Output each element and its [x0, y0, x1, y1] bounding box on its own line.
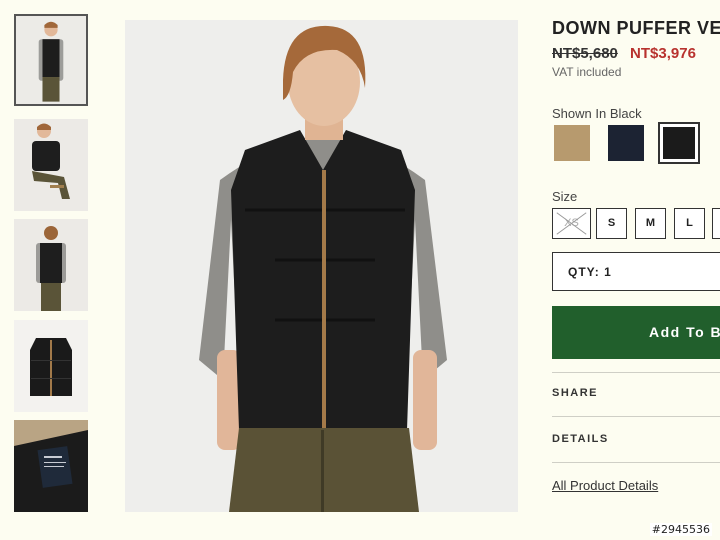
thumbnail-seated-image: [14, 119, 88, 211]
size-label: Size: [552, 189, 578, 204]
thumbnail-seated[interactable]: [14, 119, 88, 211]
add-to-bag-button[interactable]: Add To B: [552, 306, 720, 359]
thumbnail-back[interactable]: [14, 219, 88, 311]
divider: [552, 372, 720, 373]
divider: [552, 416, 720, 417]
product-main-image: [125, 20, 518, 512]
sale-price: NT$3,976: [630, 45, 696, 62]
vat-note: VAT included: [552, 65, 622, 79]
swatch-navy[interactable]: [608, 125, 644, 161]
size-next-button[interactable]: [712, 208, 720, 239]
all-product-details-link[interactable]: All Product Details: [552, 478, 658, 493]
thumbnail-front-image: [16, 16, 86, 104]
size-s-button[interactable]: S: [596, 208, 627, 239]
thumbnail-front[interactable]: [14, 14, 88, 106]
size-m-label: M: [645, 217, 656, 229]
size-s-label: S: [607, 217, 616, 229]
quantity-selector[interactable]: QTY: 1: [552, 252, 720, 291]
share-section[interactable]: SHARE: [552, 387, 598, 399]
original-price: NT$5,680: [552, 45, 618, 62]
product-title: DOWN PUFFER VEST: [552, 18, 720, 38]
thumbnail-flat-lay-image: [14, 320, 88, 412]
color-label: Shown In Black: [552, 106, 642, 121]
size-l-button[interactable]: L: [674, 208, 705, 239]
size-xs-button: XS: [552, 208, 591, 239]
watermark: #2945536: [649, 523, 712, 536]
swatch-black[interactable]: [658, 122, 700, 164]
thumbnail-label-detail[interactable]: [14, 420, 88, 512]
unavailable-cross-icon: [556, 212, 587, 235]
thumbnail-back-image: [14, 219, 88, 311]
size-m-button[interactable]: M: [635, 208, 666, 239]
thumbnail-flat-lay[interactable]: [14, 320, 88, 412]
thumbnail-label-detail-image: [14, 420, 88, 512]
model-photo: [125, 20, 518, 512]
swatch-tan[interactable]: [554, 125, 590, 161]
divider: [552, 462, 720, 463]
details-section[interactable]: DETAILS: [552, 433, 609, 445]
product-info-panel: DOWN PUFFER VEST NT$5,680 NT$3,976 VAT i…: [552, 18, 720, 493]
size-l-label: L: [686, 217, 693, 229]
price-row: NT$5,680 NT$3,976: [552, 45, 720, 62]
